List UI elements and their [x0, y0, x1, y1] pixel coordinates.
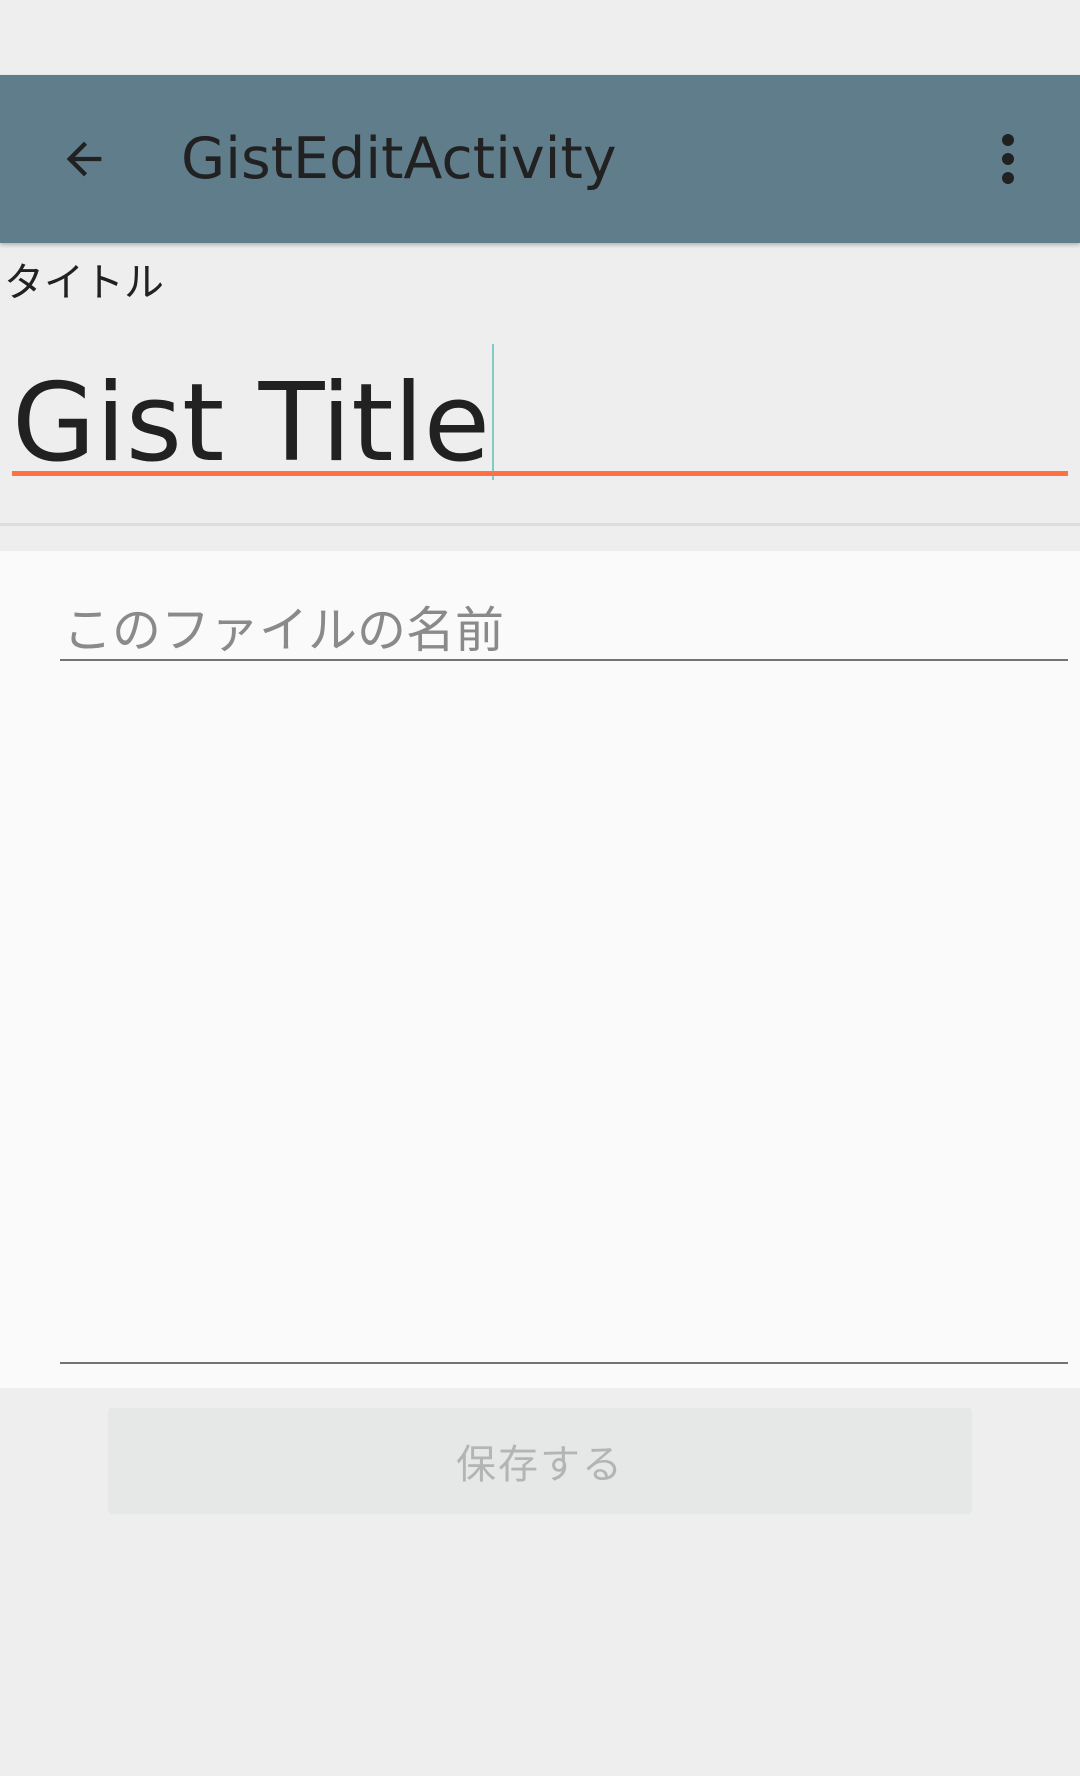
file-card: このファイルの名前	[0, 551, 1080, 1388]
file-content-underline	[60, 1362, 1068, 1364]
title-label: タイトル	[4, 260, 164, 306]
title-input-underline	[12, 471, 1068, 476]
file-content-input[interactable]	[60, 681, 1068, 1364]
filename-input[interactable]: このファイルの名前	[60, 581, 1068, 661]
overflow-menu-button[interactable]	[964, 115, 1052, 203]
save-button[interactable]: 保存する	[108, 1408, 972, 1514]
back-button[interactable]	[40, 115, 128, 203]
title-input[interactable]: Gist Title	[12, 326, 1068, 486]
app-toolbar: GistEditActivity	[0, 75, 1080, 243]
arrow-back-icon	[66, 141, 102, 177]
more-vert-icon	[1002, 134, 1014, 184]
title-input-value: Gist Title	[12, 361, 491, 486]
title-input-value-wrap: Gist Title	[12, 344, 495, 489]
filename-placeholder: このファイルの名前	[63, 602, 505, 659]
status-bar	[0, 0, 1080, 75]
toolbar-title: GistEditActivity	[181, 126, 617, 192]
text-cursor	[492, 344, 495, 480]
filename-input-underline	[60, 659, 1068, 661]
section-divider	[0, 523, 1080, 526]
